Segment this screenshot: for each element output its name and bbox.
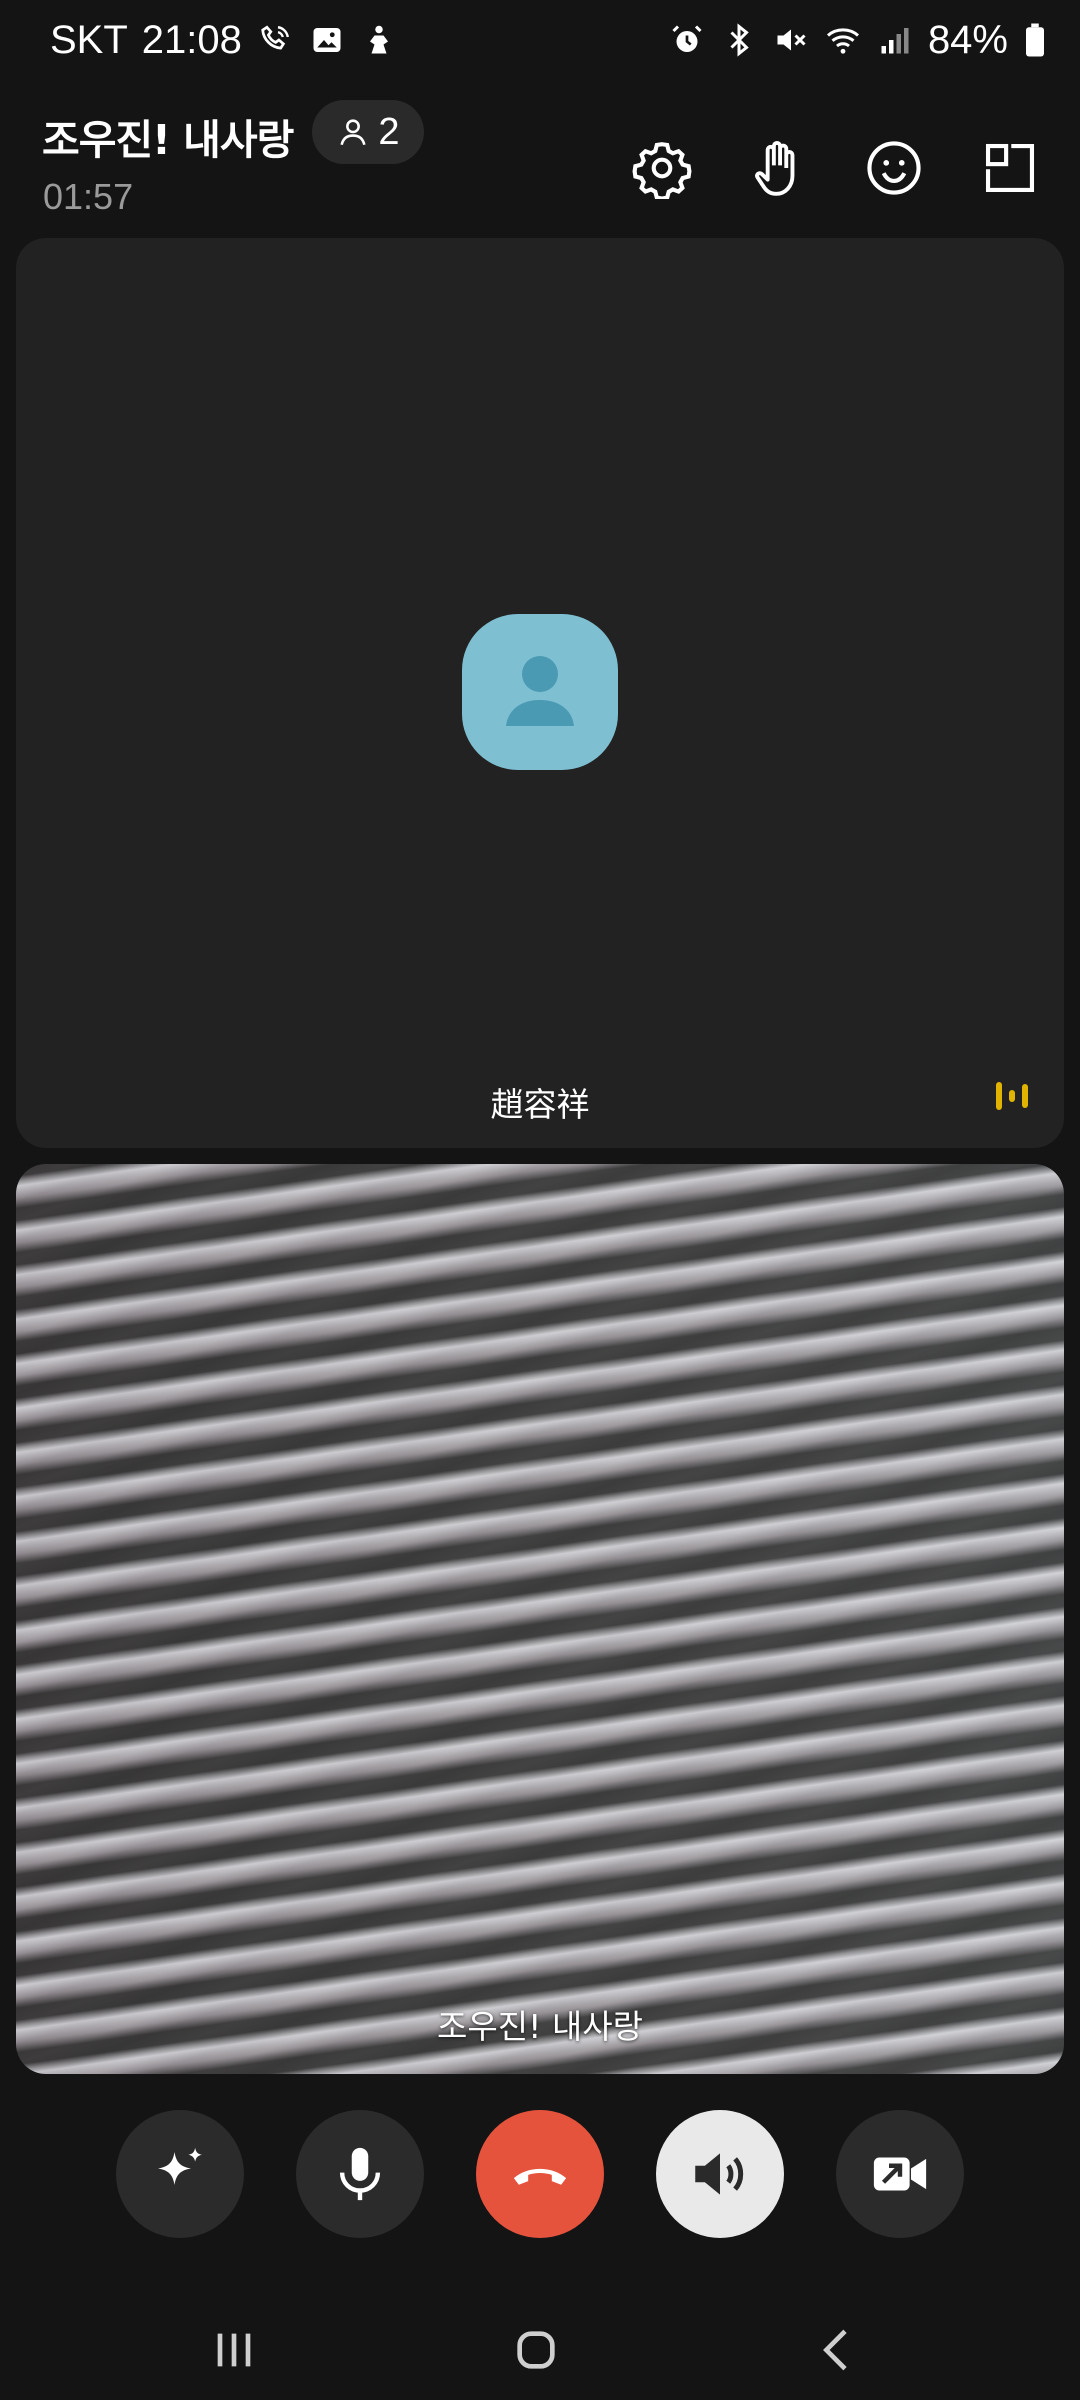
- speaker-icon: [695, 2153, 744, 2195]
- home-icon: [517, 2331, 555, 2369]
- settings-button[interactable]: [622, 128, 702, 208]
- effects-button[interactable]: [116, 2110, 244, 2238]
- layout-icon: [985, 143, 1035, 193]
- layout-button[interactable]: [970, 128, 1050, 208]
- mute-icon: [772, 20, 810, 60]
- carrier: SKT: [50, 17, 128, 62]
- gallery-icon: [308, 20, 346, 60]
- clock: 21:08: [141, 17, 242, 62]
- microphone-button[interactable]: [296, 2110, 424, 2238]
- raise-hand-button[interactable]: [738, 128, 818, 208]
- microphone-icon: [339, 2147, 381, 2201]
- participants-count: 2: [378, 110, 400, 153]
- home-button[interactable]: [496, 2310, 576, 2390]
- battery-icon: [1022, 20, 1048, 60]
- participant-video-tile[interactable]: 조우진! 내사랑: [16, 1164, 1064, 2074]
- call-header: 조우진! 내사랑 2 01:57: [0, 90, 1080, 220]
- video-feed: [16, 1164, 1064, 2074]
- reactions-button[interactable]: [854, 128, 934, 208]
- settings-icon: [632, 142, 692, 199]
- call-icon: [256, 20, 294, 60]
- speaker-button[interactable]: [656, 2110, 784, 2238]
- speaking-indicator-icon: [996, 1082, 1028, 1110]
- raise-hand-icon: [755, 141, 795, 196]
- status-bar: SKT 21:08 84%: [0, 0, 1080, 80]
- navigation-bar: [0, 2300, 1080, 2400]
- back-button[interactable]: [798, 2310, 878, 2390]
- participants-badge[interactable]: 2: [312, 100, 424, 164]
- participant-name: 趙容祥: [490, 1085, 590, 1124]
- avatar: [462, 614, 618, 770]
- participant-tile[interactable]: 趙容祥: [16, 238, 1064, 1148]
- person-icon: [506, 656, 574, 726]
- end-call-button[interactable]: [476, 2110, 604, 2238]
- participant-name: 조우진! 내사랑: [437, 2007, 643, 2046]
- end-call-icon: [513, 2168, 567, 2185]
- battery-percent: 84%: [927, 17, 1008, 62]
- signal-icon: [876, 20, 914, 60]
- emoji-icon: [867, 141, 921, 195]
- figure-icon: [360, 20, 398, 60]
- wifi-icon: [824, 20, 862, 60]
- recents-icon: [217, 2333, 251, 2367]
- alarm-icon: [668, 20, 706, 60]
- video-off-icon: [873, 2157, 927, 2191]
- call-controls: [0, 2110, 1080, 2240]
- person-icon: [340, 119, 366, 146]
- bluetooth-icon: [720, 20, 758, 60]
- recents-button[interactable]: [194, 2310, 274, 2390]
- back-icon: [823, 2329, 847, 2371]
- video-toggle-button[interactable]: [836, 2110, 964, 2238]
- call-duration: 01:57: [43, 176, 134, 217]
- call-title: 조우진! 내사랑: [42, 116, 294, 164]
- effects-icon: [158, 2147, 202, 2185]
